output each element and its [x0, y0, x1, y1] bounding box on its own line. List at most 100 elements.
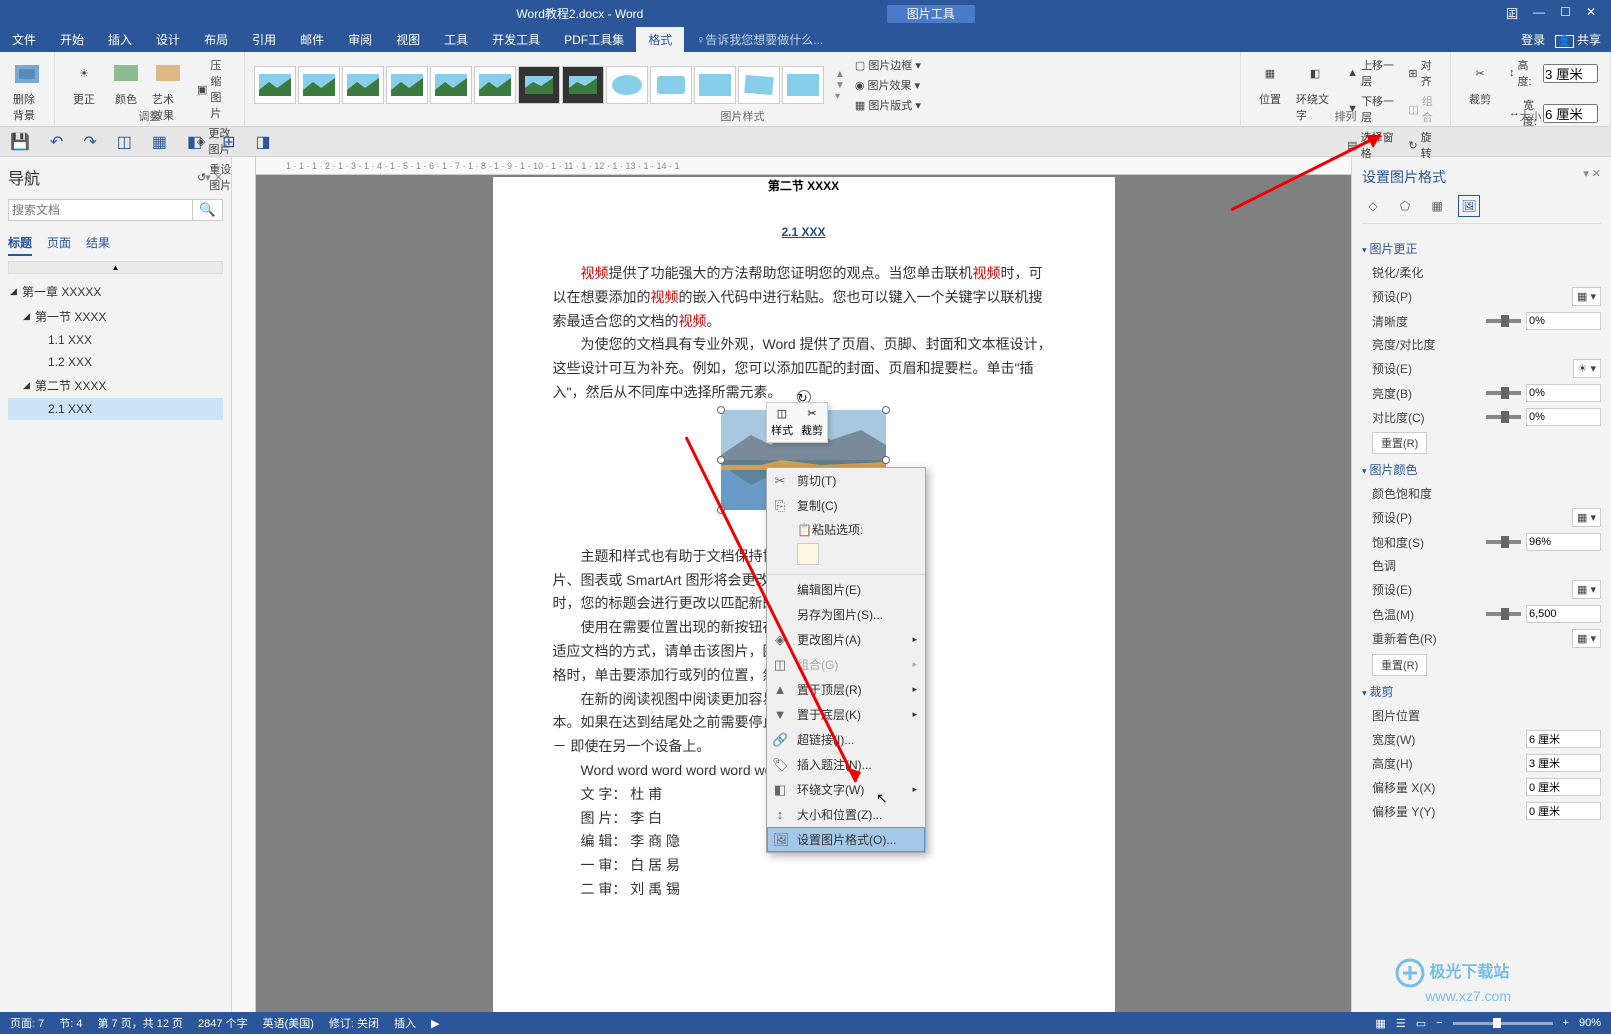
pic-style-1[interactable]	[254, 66, 296, 104]
zoom-out[interactable]: −	[1436, 1017, 1442, 1029]
menu-design[interactable]: 设计	[144, 27, 192, 52]
pic-border-button[interactable]: ▢图片边框 ▾	[851, 55, 925, 75]
rp-recolor-dd[interactable]: ▦ ▾	[1572, 629, 1601, 648]
menu-file[interactable]: 文件	[0, 27, 48, 52]
rp-sat-slider[interactable]	[1486, 540, 1521, 544]
pic-style-7[interactable]	[518, 66, 560, 104]
pic-style-6[interactable]	[474, 66, 516, 104]
sb-zoom[interactable]: 90%	[1579, 1017, 1601, 1029]
menu-developer[interactable]: 开发工具	[480, 27, 552, 52]
rp-contrast-slider[interactable]	[1486, 415, 1521, 419]
rp-clarity-slider[interactable]	[1486, 319, 1521, 323]
maximize-icon[interactable]: ☐	[1560, 5, 1571, 22]
resize-handle-nw[interactable]	[717, 406, 725, 414]
tree-item[interactable]: ◢第一节 XXXX	[8, 304, 223, 329]
pic-style-13[interactable]	[782, 66, 824, 104]
rp-offy-input[interactable]	[1526, 802, 1601, 820]
menu-view[interactable]: 视图	[384, 27, 432, 52]
resize-handle-sw[interactable]	[717, 506, 725, 514]
sb-macro[interactable]: ▶	[431, 1017, 439, 1030]
rp-clarity-input[interactable]	[1526, 312, 1601, 330]
rp-presetE2-dd[interactable]: ▦ ▾	[1572, 580, 1601, 599]
tree-item[interactable]: 1.1 XXX	[8, 329, 223, 351]
resize-handle-e[interactable]	[882, 456, 890, 464]
style-more[interactable]: ▾	[835, 91, 845, 102]
tree-item[interactable]: ◢第二节 XXXX	[8, 373, 223, 398]
pic-style-3[interactable]	[342, 66, 384, 104]
tell-me[interactable]: ♀ 告诉我您想要做什么...	[684, 27, 835, 52]
qat-btn8[interactable]: ◨	[256, 132, 271, 152]
rp-close[interactable]: ▾ ✕	[1583, 167, 1601, 187]
sb-view3[interactable]: ▭	[1416, 1017, 1426, 1030]
resize-handle-w[interactable]	[717, 456, 725, 464]
pic-style-8[interactable]	[562, 66, 604, 104]
rp-contrast-input[interactable]	[1526, 408, 1601, 426]
zoom-slider[interactable]	[1453, 1022, 1553, 1025]
save-button[interactable]: 💾	[10, 132, 30, 152]
sb-lang[interactable]: 英语(美国)	[263, 1015, 314, 1031]
rp-tab-layout[interactable]: ▦	[1426, 195, 1448, 217]
pic-style-5[interactable]	[430, 66, 472, 104]
menu-insert[interactable]: 插入	[96, 27, 144, 52]
pic-style-9[interactable]	[606, 66, 648, 104]
rp-sec-correct[interactable]: 图片更正	[1362, 236, 1601, 261]
rp-presetP2-dd[interactable]: ▦ ▾	[1572, 508, 1601, 527]
paste-option-1[interactable]	[797, 543, 819, 565]
nav-tab-headings[interactable]: 标题	[8, 231, 32, 256]
menu-review[interactable]: 审阅	[336, 27, 384, 52]
rp-tab-effects[interactable]: ⬠	[1394, 195, 1416, 217]
close-icon[interactable]: ✕	[1586, 5, 1596, 22]
pic-style-4[interactable]	[386, 66, 428, 104]
rp-tab-fill[interactable]: ◇	[1362, 195, 1384, 217]
sb-words[interactable]: 2847 个字	[198, 1015, 248, 1031]
forward-button[interactable]: ▲ 上移一层	[1343, 55, 1400, 91]
nav-tab-results[interactable]: 结果	[86, 231, 110, 256]
sb-view1[interactable]: ▦	[1375, 1017, 1385, 1030]
rp-temp-input[interactable]	[1526, 605, 1601, 623]
minimize-icon[interactable]: —	[1533, 5, 1545, 22]
cm-change-pic[interactable]: ◈更改图片(A)▸	[767, 627, 925, 652]
share-button[interactable]: 👤 共享	[1555, 31, 1601, 48]
rp-height-input[interactable]	[1526, 754, 1601, 772]
rotate-button[interactable]: ↻ 旋转	[1404, 127, 1442, 163]
tree-item[interactable]: ◢第一章 XXXXX	[8, 279, 223, 304]
height-input[interactable]	[1543, 64, 1598, 83]
cm-back[interactable]: ▼置于底层(K)▸	[767, 702, 925, 727]
tree-item[interactable]: 1.2 XXX	[8, 351, 223, 373]
mini-crop[interactable]: ✂裁剪	[801, 407, 823, 438]
ribbon-options-icon[interactable]: 囸	[1506, 5, 1518, 22]
tree-item-selected[interactable]: 2.1 XXX	[8, 398, 223, 420]
sb-pageof[interactable]: 第 7 页，共 12 页	[97, 1015, 183, 1031]
align-button[interactable]: ⊞ 对齐	[1404, 55, 1442, 91]
rp-bright-input[interactable]	[1526, 384, 1601, 402]
rp-width-input[interactable]	[1526, 730, 1601, 748]
color-button[interactable]: 颜色	[105, 55, 147, 195]
rp-tab-picture[interactable]: 🖼	[1458, 195, 1480, 217]
rp-offx-input[interactable]	[1526, 778, 1601, 796]
nav-collapse[interactable]: ▲	[8, 261, 223, 274]
rp-reset2-btn[interactable]: 重置(R)	[1372, 654, 1427, 676]
pic-style-12[interactable]	[738, 66, 780, 104]
pic-style-11[interactable]	[694, 66, 736, 104]
menu-home[interactable]: 开始	[48, 27, 96, 52]
sb-page[interactable]: 页面: 7	[10, 1015, 44, 1031]
undo-button[interactable]: ↶	[50, 132, 63, 152]
pic-style-2[interactable]	[298, 66, 340, 104]
change-pic-button[interactable]: ◈更改图片	[193, 123, 236, 159]
menu-mailings[interactable]: 邮件	[288, 27, 336, 52]
artistic-button[interactable]: 艺术效果	[147, 55, 189, 195]
cm-cut[interactable]: ✂剪切(T)	[767, 468, 925, 493]
pic-effect-button[interactable]: ◉图片效果 ▾	[851, 75, 925, 95]
rp-preset-dd[interactable]: ▦ ▾	[1572, 287, 1601, 306]
rp-bright-slider[interactable]	[1486, 391, 1521, 395]
rp-sec-crop[interactable]: 裁剪	[1362, 679, 1601, 704]
reset-pic-button[interactable]: ↺重设图片	[193, 159, 236, 195]
cm-hyperlink[interactable]: 🔗超链接(I)...	[767, 727, 925, 752]
cm-copy[interactable]: ⎘复制(C)	[767, 493, 925, 518]
rp-reset-btn[interactable]: 重置(R)	[1372, 432, 1427, 454]
cm-format-picture[interactable]: 🖼设置图片格式(O)...	[767, 827, 925, 852]
resize-handle-ne[interactable]	[882, 406, 890, 414]
mini-style[interactable]: ◫样式	[771, 407, 793, 438]
menu-tools[interactable]: 工具	[432, 27, 480, 52]
nav-tab-pages[interactable]: 页面	[47, 231, 71, 256]
